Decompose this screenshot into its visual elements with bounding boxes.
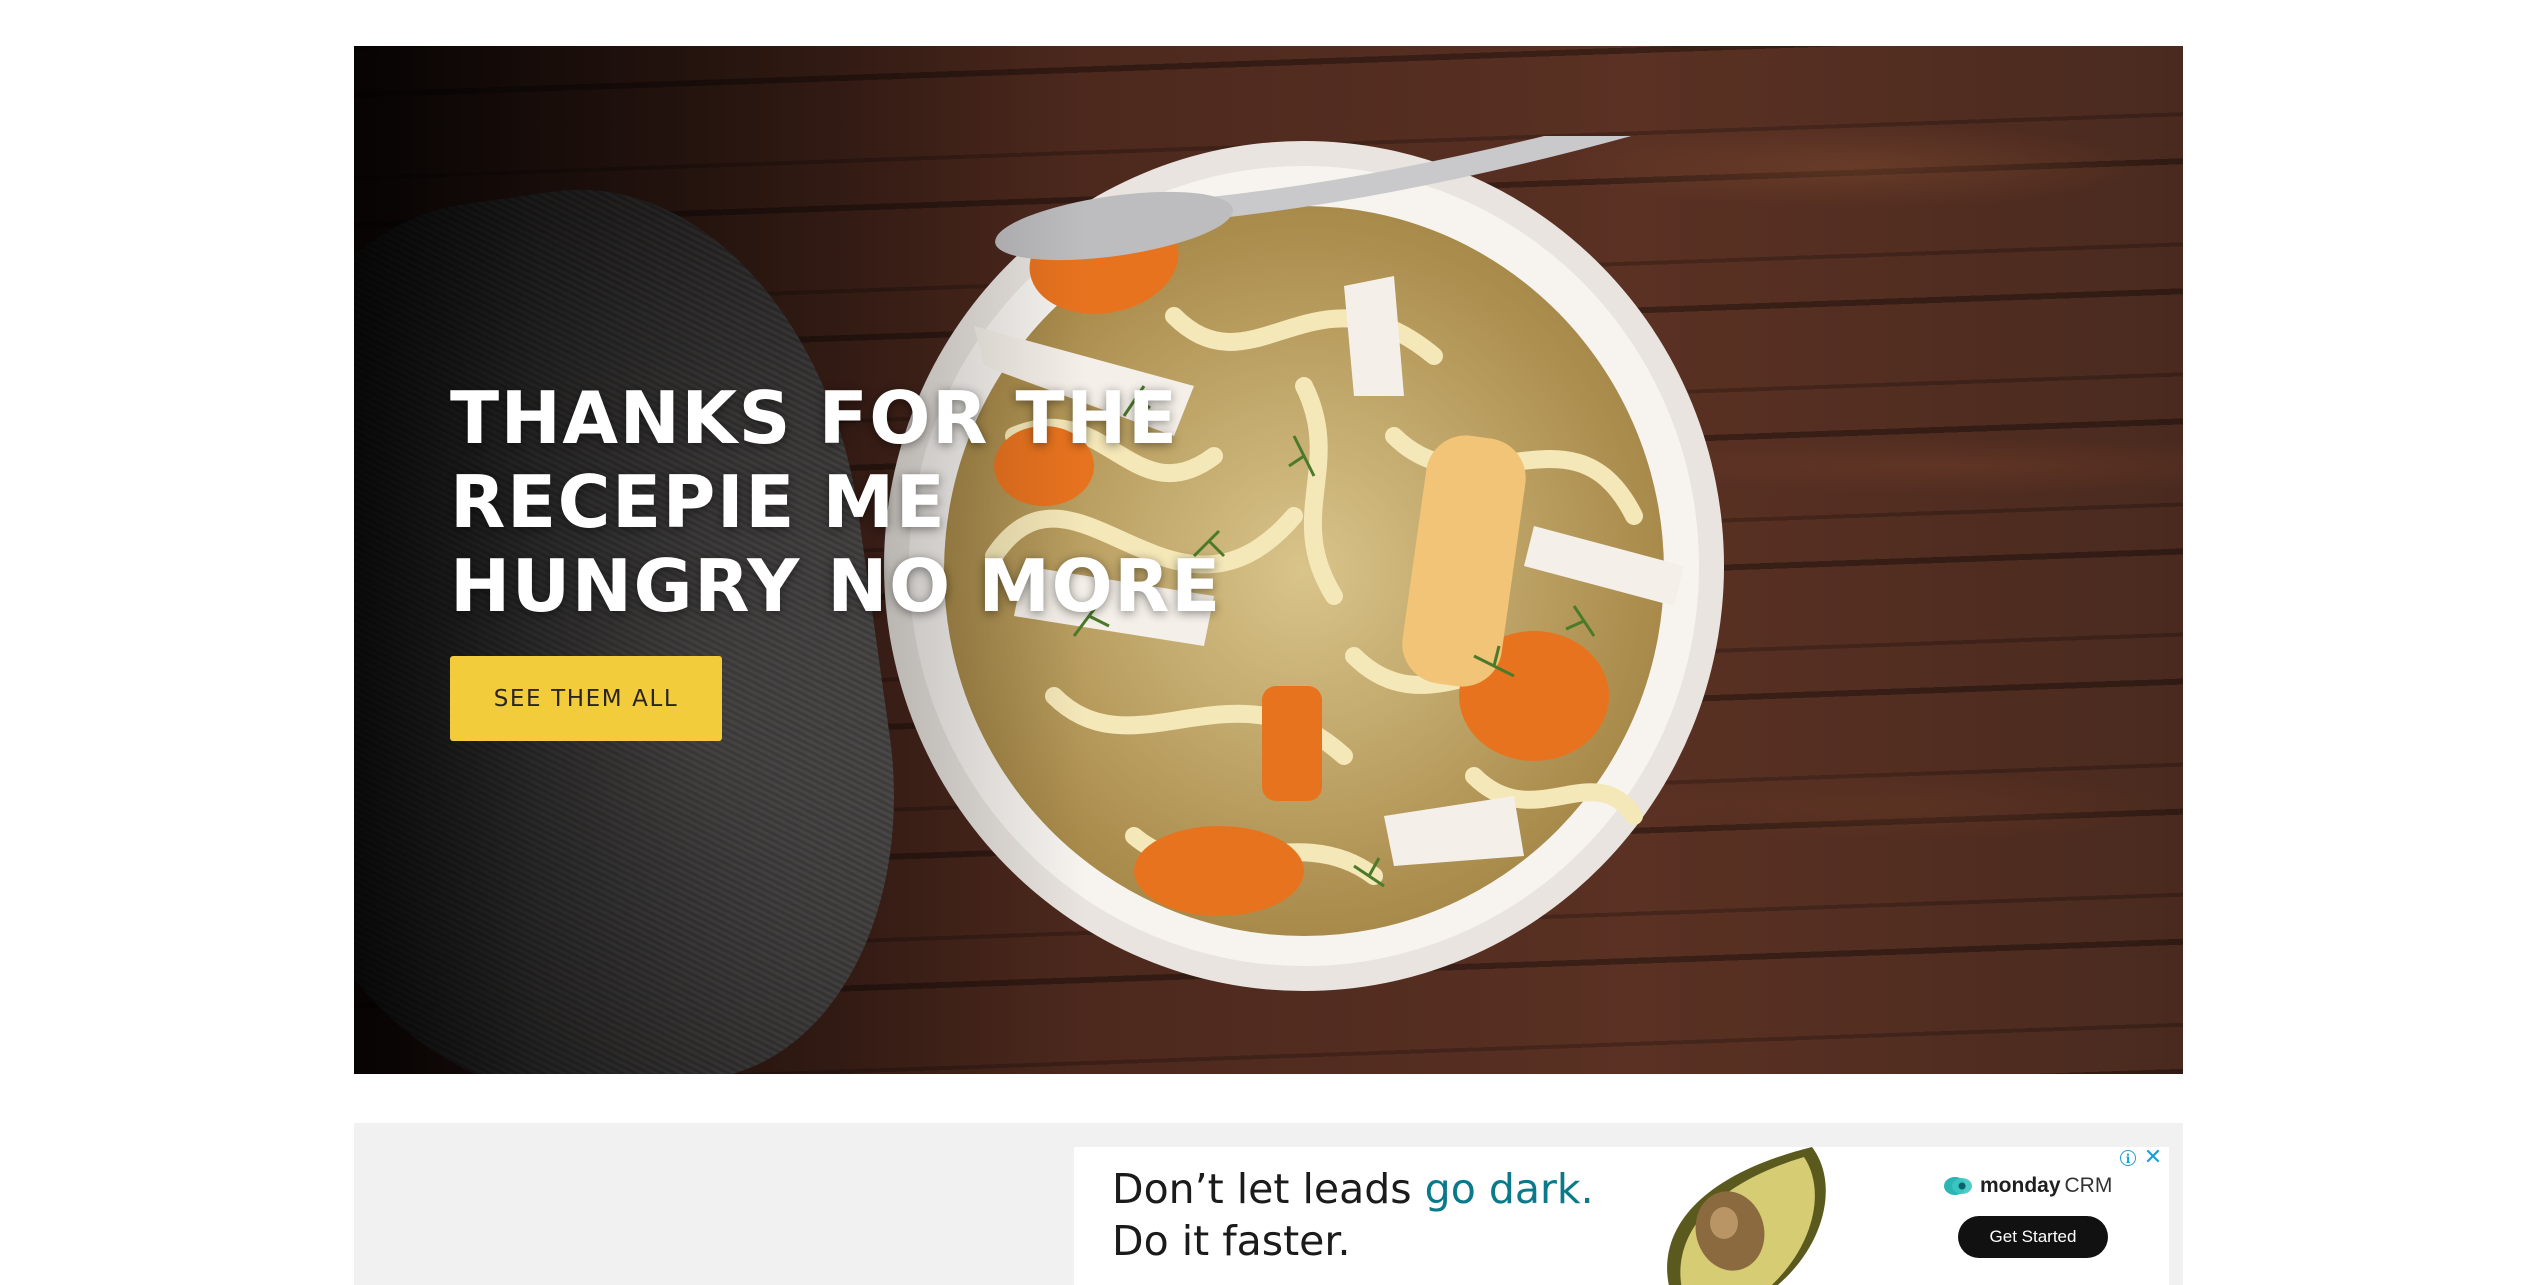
avocado-image	[1667, 1147, 1826, 1285]
info-icon[interactable]: i	[2120, 1150, 2136, 1166]
ad-banner-container: Don’t let leads go dark. Do it faster. m…	[354, 1123, 2183, 1285]
hero-banner: THANKS FOR THE RECEPIE ME HUNGRY NO MORE…	[354, 46, 2183, 1074]
ad-brand: monday	[1980, 1174, 2061, 1197]
ad-headline-accent: go dark.	[1424, 1165, 1594, 1213]
ad-brand-suffix: CRM	[2064, 1174, 2113, 1197]
advertisement[interactable]: Don’t let leads go dark. Do it faster. m…	[1074, 1147, 2169, 1285]
close-icon[interactable]: ✕	[2142, 1147, 2164, 1169]
ad-subline: Do it faster.	[1112, 1217, 1351, 1265]
monday-logo: monday CRM	[1942, 1171, 2112, 1201]
ad-headline: Don’t let leads go dark.	[1112, 1165, 1594, 1213]
monday-logo-icon	[1944, 1177, 1972, 1195]
hero-title: THANKS FOR THE RECEPIE ME HUNGRY NO MORE	[450, 376, 1222, 628]
get-started-button[interactable]: Get Started	[1958, 1216, 2108, 1258]
ad-headline-prefix: Don’t let leads	[1112, 1165, 1425, 1213]
see-them-all-button[interactable]: SEE THEM ALL	[450, 656, 722, 741]
